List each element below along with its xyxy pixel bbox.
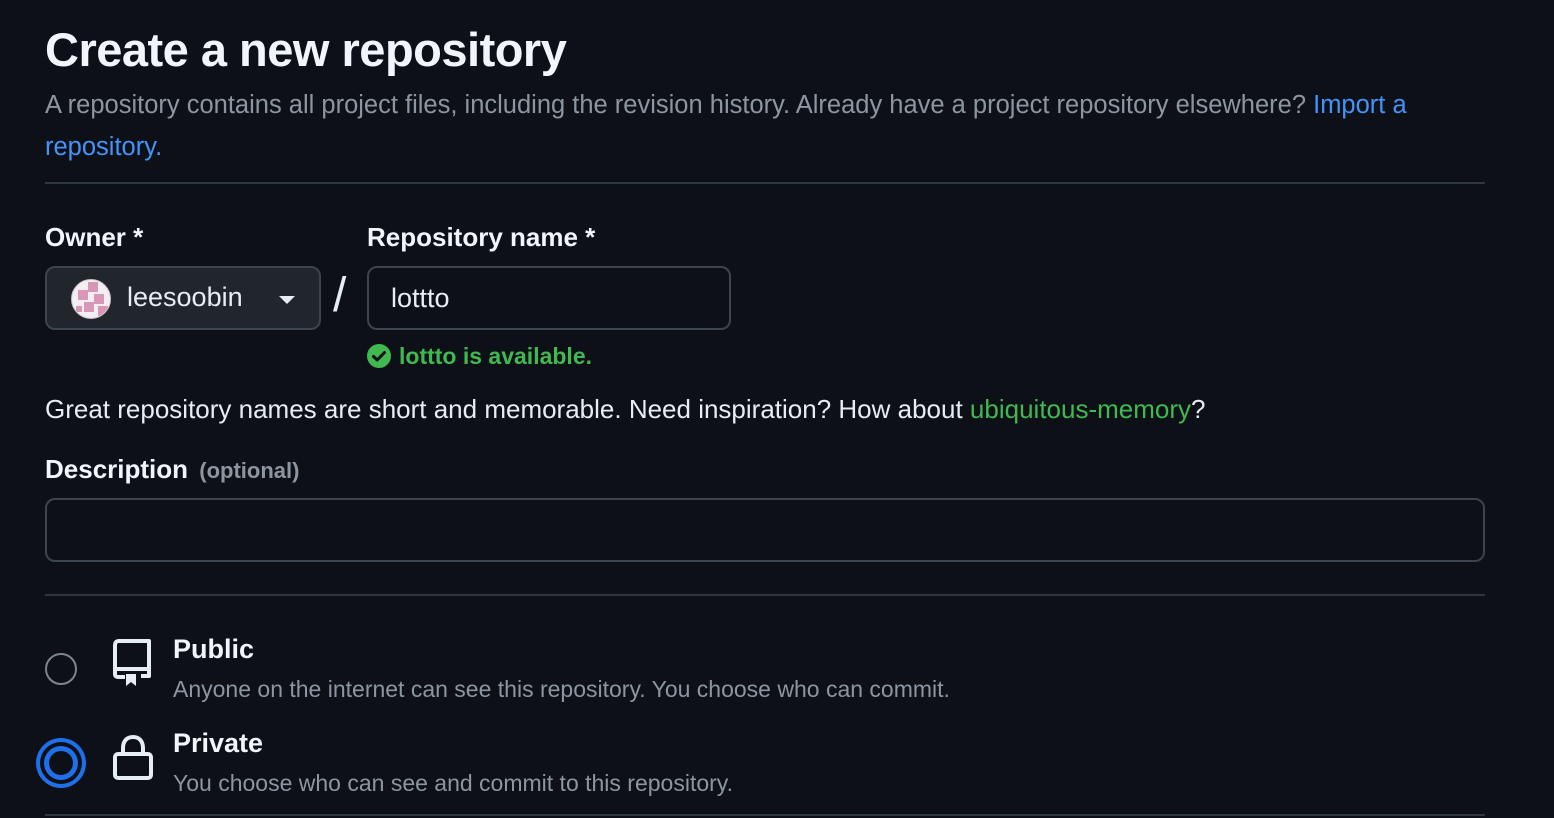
page-subtitle: A repository contains all project files,… xyxy=(45,84,1445,168)
check-circle-icon xyxy=(367,344,391,368)
subtitle-text: A repository contains all project files,… xyxy=(45,91,1307,119)
owner-label: Owner * xyxy=(45,222,144,252)
visibility-public-radio[interactable] xyxy=(45,653,77,685)
avatar xyxy=(71,279,111,319)
description-input[interactable] xyxy=(45,498,1485,562)
repo-icon xyxy=(113,639,151,686)
visibility-public-title: Public xyxy=(173,634,255,664)
repo-name-input[interactable] xyxy=(367,266,731,330)
chevron-down-icon xyxy=(279,296,295,304)
create-repo-page: Create a new repository A repository con… xyxy=(36,0,1485,818)
owner-select[interactable]: leesoobin xyxy=(45,266,321,330)
visibility-public-description: Anyone on the internet can see this repo… xyxy=(173,676,950,702)
optional-hint: (optional) xyxy=(199,458,300,483)
name-suggestion: Great repository names are short and mem… xyxy=(45,394,1205,425)
visibility-private-description: You choose who can see and commit to thi… xyxy=(173,770,733,796)
description-label-text: Description xyxy=(45,454,189,484)
visibility-private-title: Private xyxy=(173,728,264,758)
owner-name: leesoobin xyxy=(127,282,243,312)
page-title: Create a new repository xyxy=(45,23,567,76)
lock-icon xyxy=(113,734,153,780)
bottom-divider xyxy=(45,814,1485,816)
header-divider xyxy=(45,182,1485,184)
section-divider xyxy=(45,594,1485,596)
suggested-name-link[interactable]: ubiquitous-memory xyxy=(970,394,1191,424)
visibility-private-radio[interactable] xyxy=(36,738,86,788)
repo-name-label: Repository name * xyxy=(367,222,596,252)
description-label: Description (optional) xyxy=(45,454,299,485)
availability-text: lottto is available. xyxy=(399,343,592,369)
suggestion-prefix: Great repository names are short and mem… xyxy=(45,394,970,424)
suggestion-suffix: ? xyxy=(1191,394,1206,424)
owner-repo-separator: / xyxy=(333,269,347,322)
